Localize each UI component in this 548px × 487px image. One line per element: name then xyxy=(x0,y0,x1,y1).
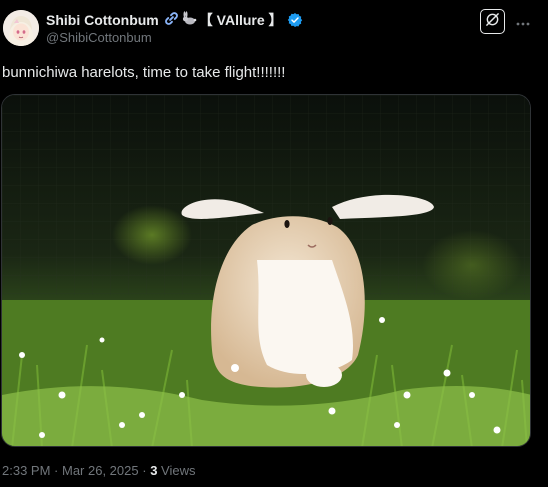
views-count: 3 xyxy=(150,463,158,478)
tweet-photo[interactable] xyxy=(1,94,531,447)
tweet-header: Shibi Cottonbum 【 VAllure 】 @ShibiCotton… xyxy=(0,0,548,56)
avatar[interactable] xyxy=(3,10,39,46)
author-name-row[interactable]: Shibi Cottonbum 【 VAllure 】 xyxy=(46,10,303,30)
tweet-date[interactable]: Mar 26, 2025 xyxy=(62,463,139,478)
verified-badge-icon[interactable] xyxy=(287,12,303,28)
more-button[interactable] xyxy=(513,9,533,34)
tweet-text: bunnichiwa harelots, time to take flight… xyxy=(2,64,286,81)
grok-button[interactable] xyxy=(480,9,505,34)
meta-separator: · xyxy=(142,463,151,478)
display-name[interactable]: Shibi Cottonbum xyxy=(46,12,159,28)
rabbit-icon xyxy=(181,11,197,29)
author-handle[interactable]: @ShibiCottonbum xyxy=(46,30,152,45)
grok-icon xyxy=(485,12,500,32)
views-label: Views xyxy=(161,463,196,478)
more-icon xyxy=(516,13,530,31)
tweet-meta: 2:33 PM · Mar 26, 2025 · 3 Views xyxy=(2,463,196,478)
chain-link-icon xyxy=(164,11,179,29)
name-emoji-group xyxy=(164,11,197,29)
bunny-photo xyxy=(2,95,530,446)
author-tag: 【 VAllure 】 xyxy=(198,12,283,28)
meta-separator: · xyxy=(54,463,62,478)
tweet-time[interactable]: 2:33 PM xyxy=(2,463,50,478)
